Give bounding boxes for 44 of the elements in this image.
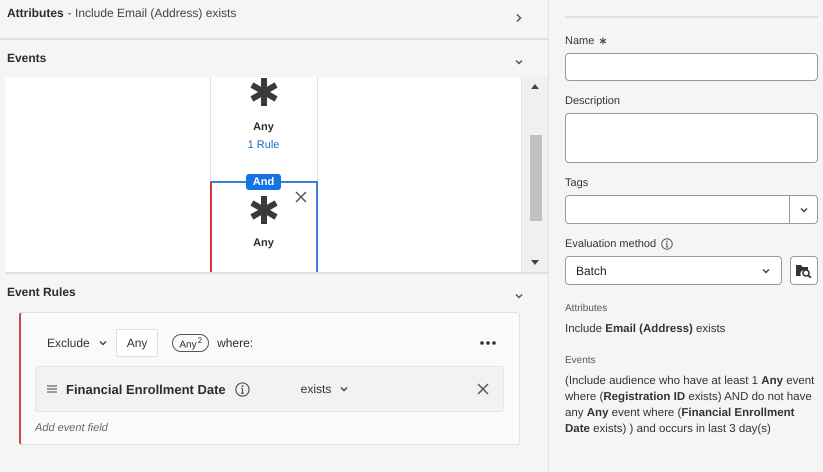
event-type-label: Any (253, 237, 274, 249)
section-title: Event Rules (7, 285, 76, 299)
folder-search-icon (796, 264, 812, 278)
rules-link[interactable]: 1 Rule (248, 139, 280, 151)
event-type-button[interactable]: Any (116, 329, 158, 357)
chevron-icon[interactable] (514, 291, 524, 301)
folder-search-button[interactable] (790, 256, 818, 285)
field-label: Tags (565, 177, 588, 189)
field-label: Name (565, 35, 594, 47)
chevron-icon[interactable] (514, 13, 524, 23)
summary-text: Include Email (Address) exists (565, 322, 726, 337)
drag-handle-icon[interactable] (47, 385, 57, 393)
description-input[interactable] (565, 113, 818, 163)
more-icon[interactable] (480, 341, 496, 345)
scroll-up-icon[interactable] (531, 83, 539, 89)
info-icon[interactable] (661, 238, 674, 250)
asterisk-icon (248, 77, 278, 107)
mode-dropdown[interactable]: Exclude (35, 336, 108, 350)
summary-heading: Attributes (565, 303, 608, 314)
event-badge: Any$^{2}$ (172, 334, 210, 352)
scrollbar-thumb[interactable] (530, 135, 542, 221)
section-title: Events (7, 51, 46, 65)
section-title: Attributes (7, 6, 64, 20)
chevron-icon (98, 338, 108, 348)
remove-icon[interactable] (477, 383, 489, 395)
evaluation-method-dropdown[interactable]: Batch (565, 256, 782, 285)
chevron-icon[interactable] (514, 57, 524, 67)
name-input[interactable] (565, 53, 818, 81)
summary-text: (Include audience who have at least 1 Any event where (Registration ID exists) AND do not have any Any event where (Financial Enrollment Date exists) ) and occurs in last 3 day(s) (565, 374, 816, 437)
event-type-label: Any (253, 121, 274, 133)
asterisk-icon (248, 195, 278, 225)
operator-dropdown[interactable]: exists (294, 381, 356, 397)
field-label: Description (565, 95, 620, 107)
info-icon[interactable] (234, 382, 250, 396)
section-summary: - Include Email (Address) exists (68, 6, 236, 20)
scrollbar[interactable] (521, 77, 548, 272)
and-badge: And (246, 174, 282, 190)
scroll-down-icon[interactable] (531, 260, 539, 266)
where-label: where: (217, 336, 254, 350)
field-name: Financial Enrollment Date (66, 382, 226, 396)
field-label: Evaluation method (565, 238, 656, 250)
chevron-icon (339, 384, 350, 394)
summary-heading: Events (565, 355, 597, 366)
close-icon[interactable] (294, 191, 306, 203)
